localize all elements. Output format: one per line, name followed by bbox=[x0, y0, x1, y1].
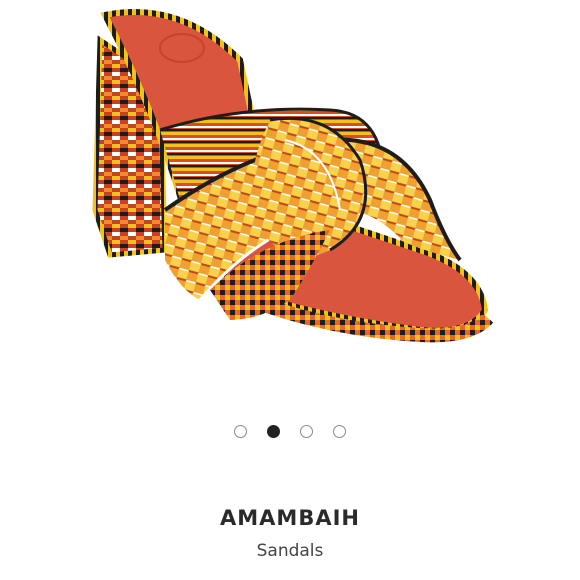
pagination-dot-1[interactable] bbox=[234, 425, 247, 438]
sandal-product-image bbox=[92, 9, 494, 343]
pagination-dot-3[interactable] bbox=[300, 425, 313, 438]
pagination-dot-2[interactable] bbox=[267, 425, 280, 438]
image-pagination-dots bbox=[0, 425, 580, 443]
product-category: Sandals bbox=[256, 541, 324, 561]
pagination-dot-4[interactable] bbox=[333, 425, 346, 438]
product-image-gallery[interactable] bbox=[0, 0, 580, 405]
product-brand[interactable]: AMAMBAIH bbox=[0, 506, 580, 530]
